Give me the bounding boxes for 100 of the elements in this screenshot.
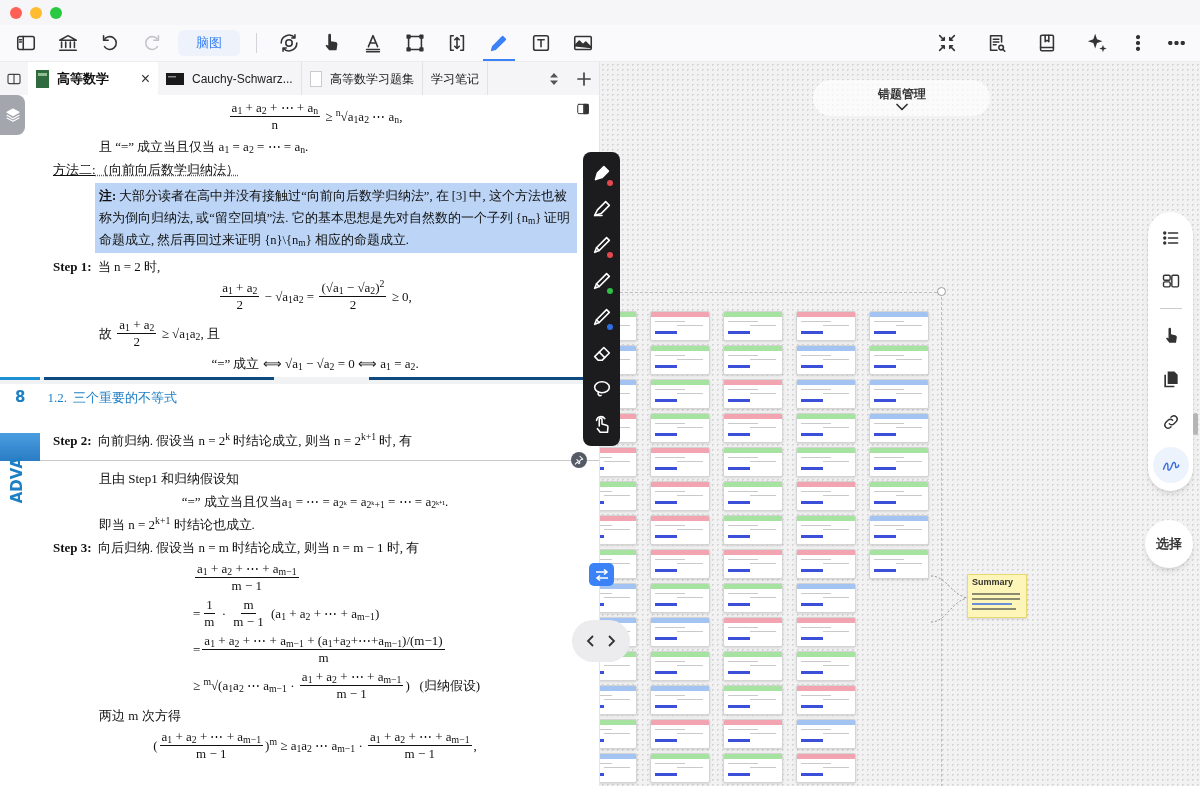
sparkle-icon bbox=[1086, 32, 1108, 54]
note-card[interactable] bbox=[650, 345, 710, 375]
note-card[interactable] bbox=[796, 447, 856, 477]
pin-icon bbox=[574, 455, 584, 465]
bulleted-list-icon bbox=[1160, 228, 1181, 248]
note-card[interactable] bbox=[869, 515, 929, 545]
note-card[interactable] bbox=[723, 345, 783, 375]
book-cover-thumbnail bbox=[36, 69, 49, 88]
page-thumbnail bbox=[309, 70, 322, 87]
paragraph: 且由 Step1 和归纳假设知 bbox=[99, 470, 241, 488]
note-card[interactable] bbox=[796, 515, 856, 545]
note-card[interactable] bbox=[650, 583, 710, 613]
note-card[interactable] bbox=[869, 345, 929, 375]
note-card[interactable] bbox=[723, 311, 783, 341]
note-card[interactable] bbox=[796, 311, 856, 341]
collapse-arrows-icon bbox=[936, 32, 958, 54]
step-line: Step 2: 向前归纳. 假设当 n = 2$^{k}$ 时结论成立, 则当 n = 2$^{k+1}$ 时, 有 bbox=[53, 431, 413, 450]
plus-icon bbox=[577, 71, 591, 86]
paragraph: 两边 m 次方得 bbox=[99, 707, 182, 725]
note-card[interactable] bbox=[869, 379, 929, 409]
left-right-chevrons-icon bbox=[586, 634, 616, 648]
note-card[interactable] bbox=[723, 617, 783, 647]
bank-icon bbox=[57, 32, 79, 54]
more-icon bbox=[1168, 41, 1185, 45]
note-card[interactable] bbox=[796, 549, 856, 579]
scrollbar-thumb[interactable] bbox=[1193, 413, 1198, 435]
note-card[interactable] bbox=[650, 515, 710, 545]
document-tab[interactable]: 高等数学 × bbox=[28, 62, 158, 95]
note-card[interactable] bbox=[723, 481, 783, 511]
note-card[interactable] bbox=[650, 481, 710, 511]
up-down-caret-icon bbox=[549, 71, 559, 86]
step-line: Step 3: 向后归纳. 假设当 n = m 时结论成立, 则当 n = m − 1 时, 有 bbox=[53, 539, 421, 557]
crop-frame-icon bbox=[404, 32, 426, 54]
formula: ( a$_{1}$ + a$_{2}$ + ⋯ + a$_{m−1}$ m − 1 )$^{m}$ ≥ a$_{1}$a$_{2}$ ⋯ a$_{m−1}$ · a$_{1}$ + a$_{2}$ + ⋯ + a$_{m−1}$ m − 1 , bbox=[152, 729, 478, 762]
layers-icon bbox=[4, 107, 21, 123]
note-card[interactable] bbox=[650, 685, 710, 715]
dark-page-thumbnail bbox=[166, 72, 184, 85]
formula: ≥ $^{m}$√(a$_{1}$a$_{2}$ ⋯ a$_{m−1}$ · a$_{1}$ + a$_{2}$ + ⋯ + a$_{m−1}$ m − 1 ) (归纳假设) bbox=[193, 669, 482, 702]
note-card[interactable] bbox=[723, 583, 783, 613]
note-card[interactable] bbox=[796, 379, 856, 409]
note-card[interactable] bbox=[650, 413, 710, 443]
window-close-button[interactable] bbox=[10, 6, 22, 19]
note-card[interactable] bbox=[650, 753, 710, 783]
section-title: 1.2. 三个重要的不等式 bbox=[47, 389, 178, 407]
note-card[interactable] bbox=[796, 481, 856, 511]
note-card[interactable] bbox=[796, 583, 856, 613]
note-card[interactable] bbox=[723, 685, 783, 715]
close-tab-button[interactable]: × bbox=[140, 66, 150, 91]
summary-card[interactable]: Summary bbox=[967, 574, 1027, 618]
page-number: 8 bbox=[15, 388, 26, 407]
formula: “=” 成立当且仅当a$_{1}$ = ⋯ = a$_{2ᵏ}$ = a$_{2ᵏ+1}$ = ⋯ = a$_{2ᵏ⁺¹}$. bbox=[180, 493, 450, 511]
text-box-icon bbox=[530, 32, 552, 54]
note-card[interactable] bbox=[723, 549, 783, 579]
panel-toggle-icon bbox=[576, 102, 590, 116]
note-card[interactable] bbox=[869, 481, 929, 511]
note-card[interactable] bbox=[723, 651, 783, 681]
expand-button[interactable] bbox=[895, 103, 908, 111]
note-card[interactable] bbox=[869, 311, 929, 341]
note-card[interactable] bbox=[796, 345, 856, 375]
note-card[interactable] bbox=[796, 719, 856, 749]
summary-title: Summary bbox=[972, 577, 1015, 588]
note-card[interactable] bbox=[723, 413, 783, 443]
note-card[interactable] bbox=[796, 651, 856, 681]
note-card[interactable] bbox=[650, 311, 710, 341]
pin-button[interactable] bbox=[571, 452, 587, 468]
note-card[interactable] bbox=[723, 447, 783, 477]
note-card[interactable] bbox=[723, 753, 783, 783]
formula: “=” 成立 ⟺ √a$_{1}$ − √a$_{2}$ = 0 ⟺ a$_{1}$ = a$_{2}$. bbox=[210, 355, 420, 373]
select-button[interactable]: 选择 bbox=[1145, 520, 1193, 568]
note-card[interactable] bbox=[723, 515, 783, 545]
note-card[interactable] bbox=[723, 379, 783, 409]
swap-button[interactable] bbox=[589, 563, 614, 586]
paragraph: 即当 n = 2$^{k+1}$ 时结论也成立. bbox=[99, 515, 256, 534]
layout-blocks-icon bbox=[1160, 271, 1181, 291]
method-heading: 方法二:（向前向后数学归纳法） bbox=[53, 161, 239, 179]
vertical-dots-icon bbox=[1136, 35, 1140, 51]
note-card[interactable] bbox=[869, 413, 929, 443]
note-card[interactable] bbox=[796, 413, 856, 443]
paragraph: 且 “=” 成立当且仅当 a$_{1}$ = a$_{2}$ = ⋯ = a$_{n}$. bbox=[99, 138, 310, 156]
note-card[interactable] bbox=[650, 651, 710, 681]
note-card[interactable] bbox=[723, 719, 783, 749]
squiggle-button[interactable] bbox=[1152, 447, 1189, 483]
swap-arrows-icon bbox=[593, 568, 610, 581]
note-card[interactable] bbox=[650, 719, 710, 749]
note-box: 注: 大部分读者在高中并没有接触过“向前向后数学归纳法”, 在 [3] 中, 这个方法也被称为倒向归纳法, 或“留空回填”法. 它的基本思想是先对自然数的一个子列 {n$_{m}$} 证明命题成立, 然后再回过来证明 {n}\{n$_{m}$} 相应的命题成立. bbox=[95, 183, 577, 253]
note-card[interactable] bbox=[869, 549, 929, 579]
note-card[interactable] bbox=[650, 447, 710, 477]
gear-rotate-icon bbox=[278, 32, 300, 54]
note-card[interactable] bbox=[869, 447, 929, 477]
note-card[interactable] bbox=[796, 753, 856, 783]
chevron-down-icon bbox=[895, 103, 908, 111]
board-title: 错题管理 bbox=[877, 86, 926, 103]
frame-handle[interactable] bbox=[937, 287, 946, 296]
note-card[interactable] bbox=[796, 685, 856, 715]
note-card[interactable] bbox=[650, 617, 710, 647]
step-line: Step 1: 当 n = 2 时, bbox=[53, 258, 162, 276]
note-card[interactable] bbox=[650, 379, 710, 409]
connector-lines bbox=[931, 572, 968, 624]
note-card[interactable] bbox=[650, 549, 710, 579]
note-card[interactable] bbox=[796, 617, 856, 647]
